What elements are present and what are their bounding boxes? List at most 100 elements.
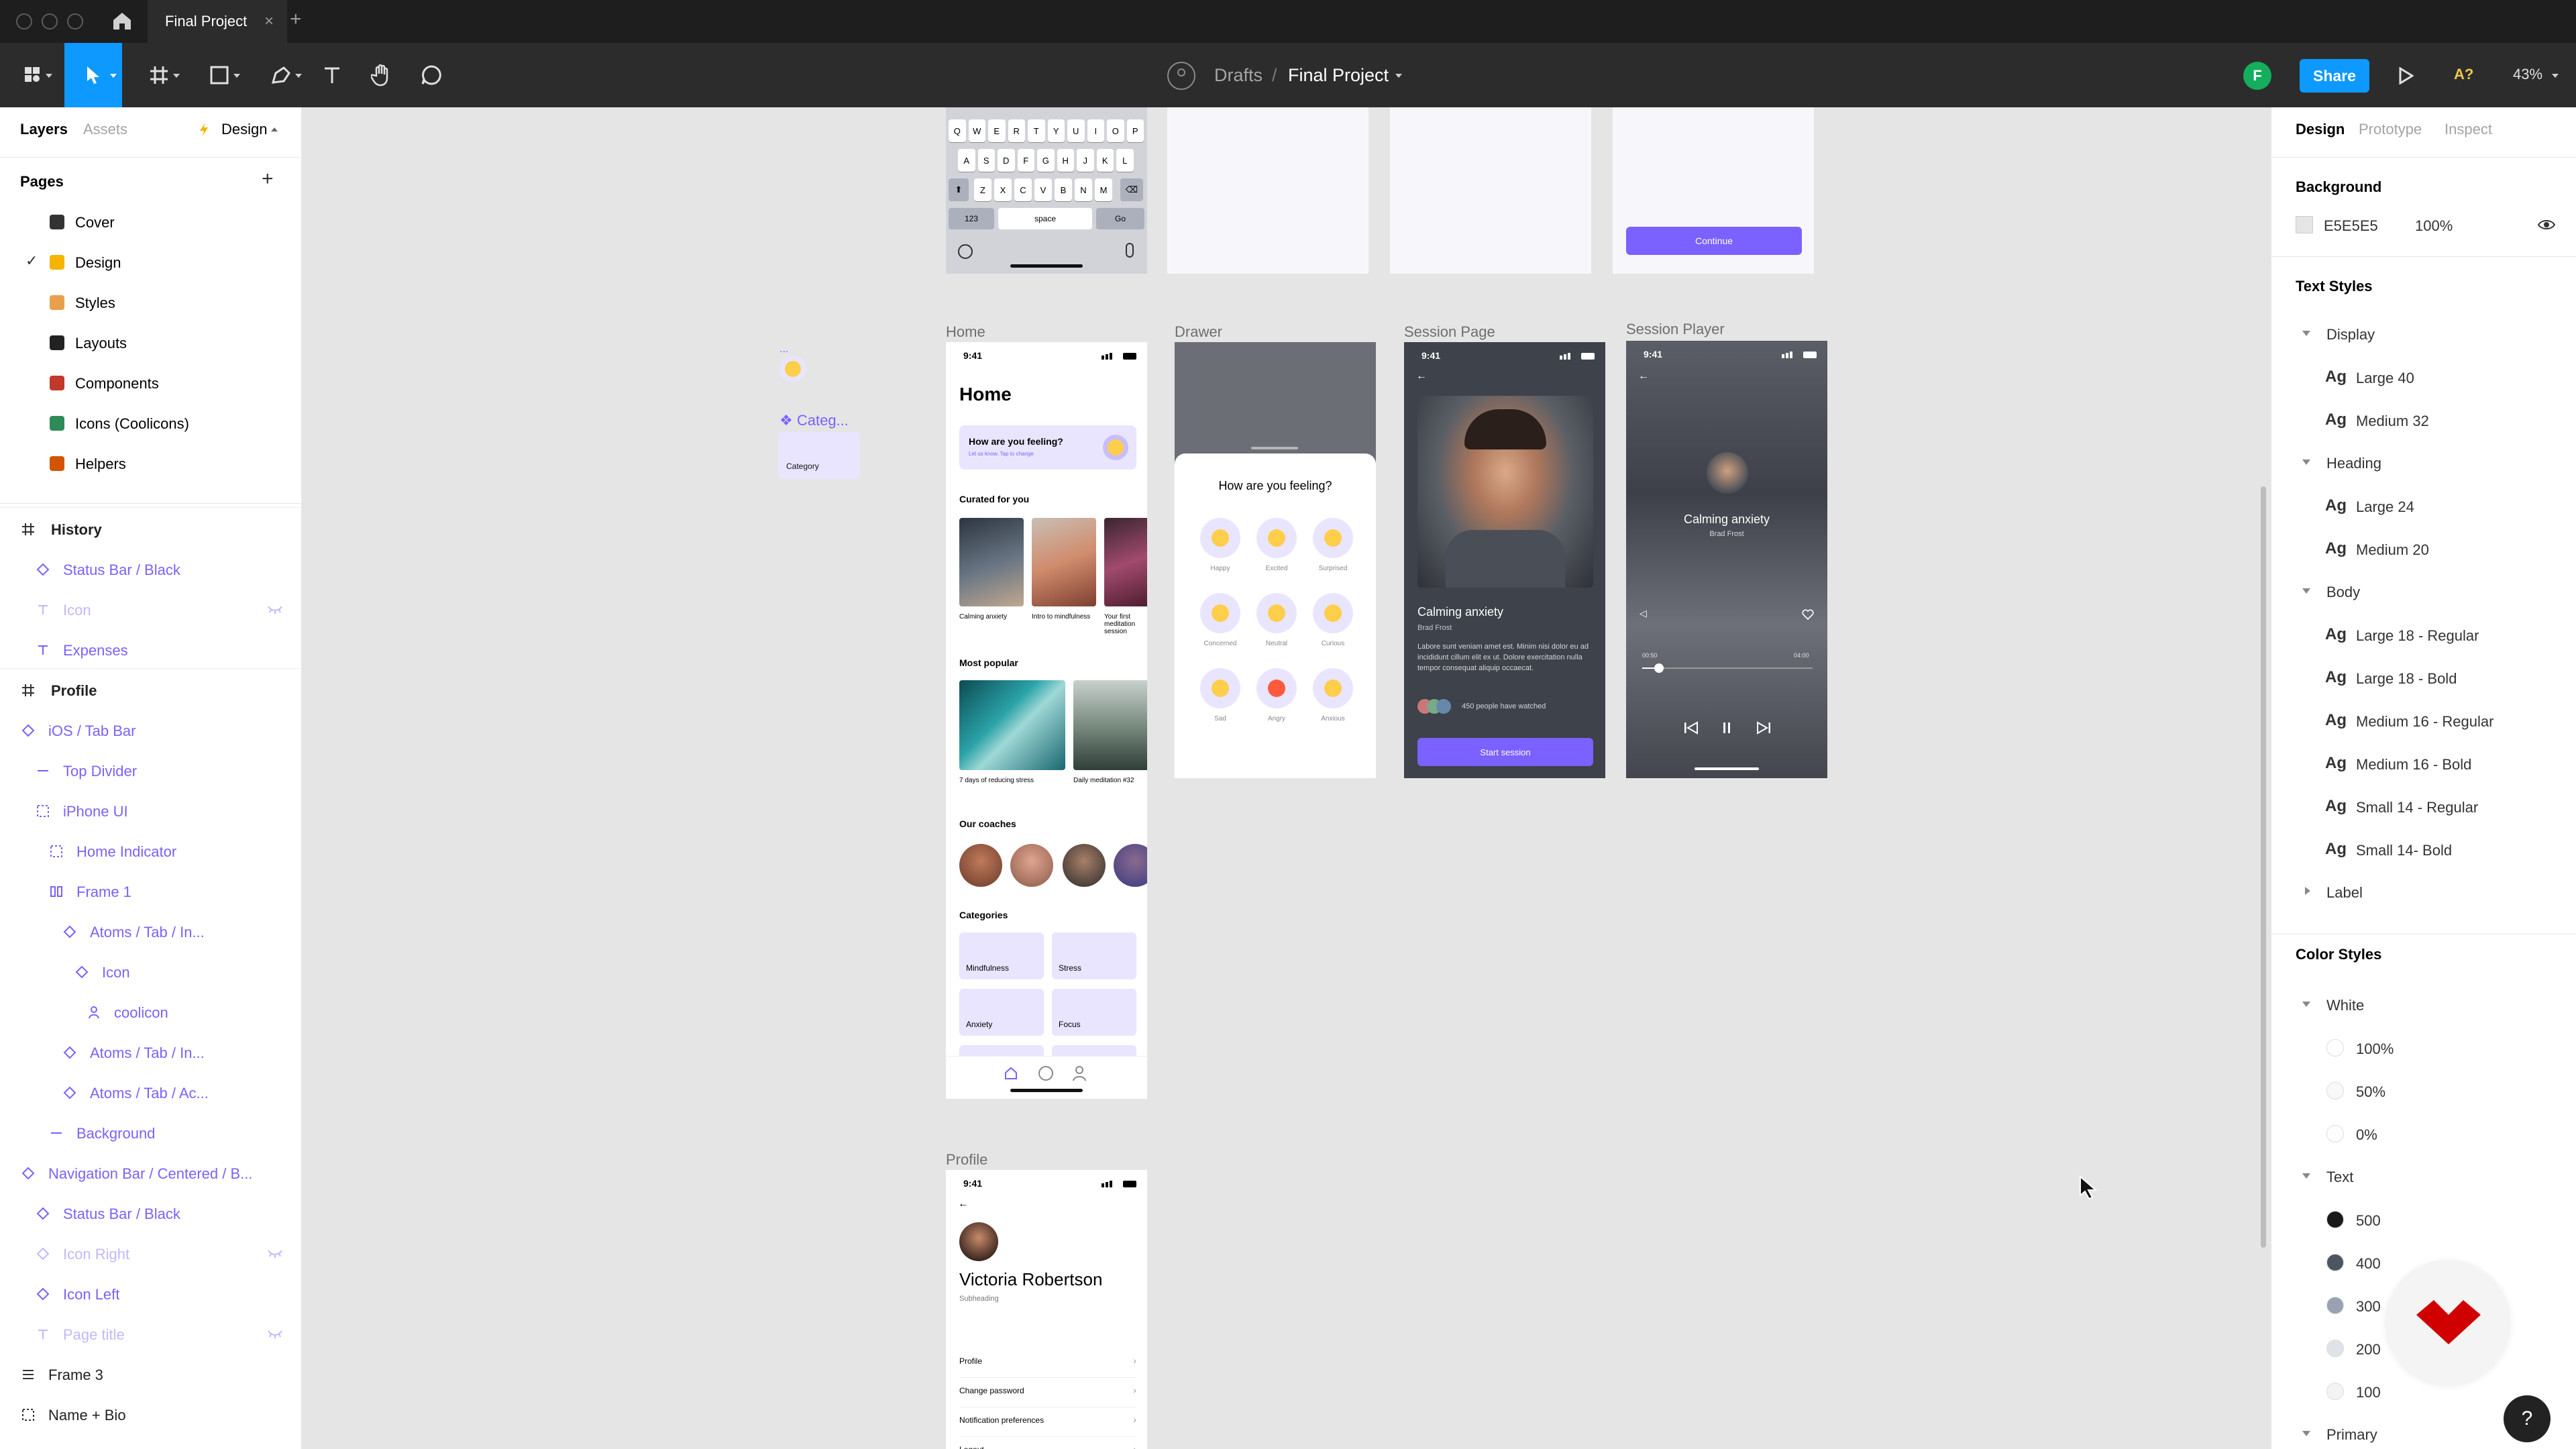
- layer-row[interactable]: Background: [0, 1114, 301, 1152]
- page-item-1[interactable]: ✓ Design: [0, 243, 301, 282]
- tab-layers[interactable]: Layers: [20, 121, 68, 138]
- page-item-3[interactable]: Layouts: [0, 323, 301, 362]
- back-arrow-icon[interactable]: ←: [1638, 370, 1649, 382]
- pause-icon[interactable]: [1720, 720, 1733, 735]
- profile-avatar[interactable]: [959, 1222, 998, 1261]
- layer-row[interactable]: Frame 1: [0, 872, 301, 911]
- layer-row[interactable]: coolicon: [0, 993, 301, 1032]
- curated-thumb-3[interactable]: [1104, 518, 1147, 606]
- mood-option-surprised[interactable]: [1313, 518, 1353, 558]
- color-style-group[interactable]: White: [2271, 983, 2576, 1026]
- frame-blank-1[interactable]: [1167, 107, 1368, 274]
- zoom-level[interactable]: 43%: [2513, 66, 2542, 83]
- continue-button[interactable]: Continue: [1626, 227, 1802, 255]
- curated-thumb-1[interactable]: [959, 518, 1024, 606]
- eye-icon[interactable]: [2537, 219, 2556, 231]
- back-arrow-icon[interactable]: ←: [1416, 370, 1427, 382]
- layer-row[interactable]: iPhone UI: [0, 792, 301, 830]
- profile-frame[interactable]: 9:41 ← Victoria Robertson Subheading Pro…: [946, 1170, 1147, 1449]
- page-item-0[interactable]: Cover: [0, 203, 301, 241]
- hidden-eye-icon[interactable]: [267, 1248, 283, 1258]
- tab-history-icon[interactable]: [1038, 1066, 1053, 1081]
- page-selector[interactable]: Design: [221, 121, 267, 138]
- layer-row[interactable]: Atoms / Tab / In...: [0, 912, 301, 951]
- background-opacity[interactable]: 100%: [2415, 217, 2453, 235]
- help-button[interactable]: ?: [2504, 1395, 2551, 1442]
- text-style-item[interactable]: Ag Large 24: [2271, 484, 2576, 527]
- text-style-item[interactable]: Ag Medium 16 - Bold: [2271, 742, 2576, 785]
- close-tab-icon[interactable]: ×: [264, 12, 274, 31]
- chevron-down-icon[interactable]: [1395, 74, 1402, 78]
- add-page-button[interactable]: +: [262, 168, 274, 191]
- mood-option-excited[interactable]: [1256, 518, 1297, 558]
- mood-option-curious[interactable]: [1313, 593, 1353, 633]
- text-style-item[interactable]: Ag Large 40: [2271, 356, 2576, 398]
- back-arrow-icon[interactable]: ←: [958, 1198, 969, 1210]
- layer-row[interactable]: Frame 3: [0, 1355, 301, 1394]
- color-style-item[interactable]: 100%: [2271, 1026, 2576, 1069]
- frame-label-profile[interactable]: Profile: [946, 1151, 987, 1169]
- text-style-group[interactable]: Heading: [2271, 441, 2576, 484]
- profile-menu-item[interactable]: Change password ›: [959, 1378, 1136, 1407]
- home-icon[interactable]: [111, 11, 133, 31]
- tab-profile-icon[interactable]: [1072, 1065, 1087, 1081]
- frame-label-home[interactable]: Home: [946, 323, 985, 341]
- mood-option-sad[interactable]: [1200, 668, 1240, 708]
- layer-row[interactable]: Navigation Bar / Centered / B...: [0, 1154, 301, 1193]
- profile-menu-item[interactable]: Profile ›: [959, 1348, 1136, 1378]
- layer-row[interactable]: Icon Right: [0, 1234, 301, 1273]
- color-style-item[interactable]: 0%: [2271, 1112, 2576, 1155]
- page-item-6[interactable]: Helpers: [0, 444, 301, 483]
- page-item-5[interactable]: Icons (Coolicons): [0, 404, 301, 443]
- text-style-item[interactable]: Ag Medium 20: [2271, 527, 2576, 570]
- text-style-item[interactable]: Ag Large 18 - Regular: [2271, 613, 2576, 656]
- pen-tool-button[interactable]: [256, 43, 306, 107]
- home-frame[interactable]: 9:41 Home How are you feeling? Let us kn…: [946, 342, 1147, 1099]
- shape-tool-button[interactable]: [195, 43, 244, 107]
- color-style-item[interactable]: 50%: [2271, 1069, 2576, 1112]
- page-item-4[interactable]: Components: [0, 364, 301, 402]
- keyboard-frame[interactable]: QWERTYUIOP ASDFGHJKL ⬆ Z X C V B N M ⌫ 123 space…: [946, 107, 1147, 274]
- coach-avatar-2[interactable]: [1010, 844, 1053, 887]
- profile-menu-item[interactable]: Notification preferences ›: [959, 1407, 1136, 1437]
- text-style-group[interactable]: Body: [2271, 570, 2576, 613]
- tab-design[interactable]: Design: [2296, 121, 2345, 138]
- coach-avatar-1[interactable]: [959, 844, 1002, 887]
- emoji-component[interactable]: [780, 356, 806, 382]
- category-focus[interactable]: Focus: [1052, 989, 1136, 1036]
- file-tab-final-project[interactable]: Final Project ×: [148, 0, 287, 43]
- layer-row[interactable]: Profile: [0, 671, 301, 710]
- present-icon[interactable]: [2398, 67, 2414, 85]
- category-stress[interactable]: Stress: [1052, 932, 1136, 979]
- share-button[interactable]: Share: [2300, 59, 2369, 93]
- tab-inspect[interactable]: Inspect: [2445, 121, 2492, 138]
- new-tab-button[interactable]: +: [290, 8, 302, 31]
- category-anxiety[interactable]: Anxiety: [959, 989, 1044, 1036]
- maximize-window-button[interactable]: [67, 13, 83, 30]
- frame-blank-2[interactable]: [1390, 107, 1591, 274]
- coach-avatar-4[interactable]: [1114, 844, 1147, 887]
- layer-row[interactable]: Icon Left: [0, 1275, 301, 1313]
- layer-row[interactable]: Top Divider: [0, 751, 301, 790]
- progress-track[interactable]: [1642, 663, 1813, 673]
- layer-row[interactable]: Expenses: [0, 631, 301, 669]
- layer-row[interactable]: Home Indicator: [0, 832, 301, 871]
- tab-assets[interactable]: Assets: [83, 121, 127, 138]
- frame-tool-button[interactable]: [134, 43, 184, 107]
- layer-row[interactable]: Atoms / Tab / In...: [0, 1033, 301, 1072]
- text-style-item[interactable]: Ag Medium 16 - Regular: [2271, 699, 2576, 742]
- frame-label-session-player[interactable]: Session Player: [1626, 321, 1725, 338]
- popular-thumb-2[interactable]: [1073, 680, 1147, 770]
- text-style-group[interactable]: Label: [2271, 871, 2576, 914]
- text-style-item[interactable]: Ag Small 14 - Regular: [2271, 785, 2576, 828]
- popular-thumb-1[interactable]: [959, 680, 1065, 770]
- frame-label-session-page[interactable]: Session Page: [1404, 323, 1495, 341]
- frame-continue[interactable]: Continue: [1613, 107, 1814, 274]
- canvas[interactable]: QWERTYUIOP ASDFGHJKL ⬆ Z X C V B N M ⌫ 123 space…: [302, 107, 2271, 1449]
- team-avatar-icon[interactable]: [1167, 62, 1195, 90]
- heart-icon[interactable]: [1802, 609, 1814, 620]
- text-style-item[interactable]: Ag Small 14- Bold: [2271, 828, 2576, 871]
- volume-icon[interactable]: ◁: [1640, 608, 1647, 619]
- previous-icon[interactable]: [1682, 720, 1700, 735]
- profile-menu-item[interactable]: Logout ›: [959, 1437, 1136, 1449]
